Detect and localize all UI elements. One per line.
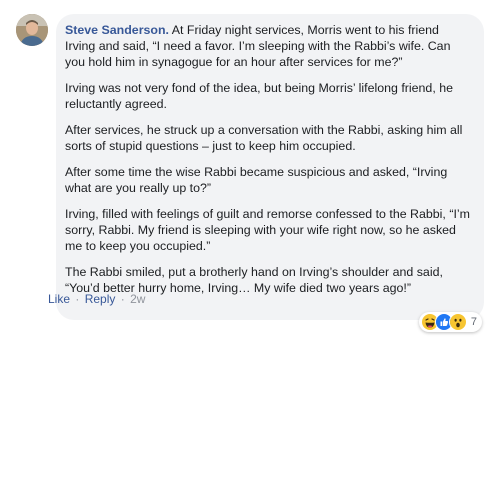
reaction-count: 7 (470, 316, 477, 328)
comment-paragraph: After some time the wise Rabbi became su… (65, 165, 448, 195)
comment-actions: Like · Reply · 2w (48, 292, 145, 306)
avatar-image (16, 14, 48, 46)
comment-timestamp[interactable]: 2w (130, 292, 145, 306)
comment-paragraph: Irving was not very fond of the idea, bu… (65, 81, 453, 111)
separator: · (75, 292, 80, 306)
comment-paragraph: After services, he struck up a conversat… (65, 123, 463, 153)
author-period: . (165, 23, 169, 37)
separator: · (120, 292, 125, 306)
comment-bubble: Steve Sanderson. At Friday night service… (56, 14, 484, 332)
like-button[interactable]: Like (48, 292, 70, 306)
avatar[interactable] (16, 14, 48, 46)
reactions-summary[interactable]: 7 (418, 312, 482, 332)
wow-icon (448, 313, 467, 331)
comment-paragraph: Irving, filled with feelings of guilt an… (65, 207, 470, 253)
comment-author[interactable]: Steve Sanderson (65, 23, 166, 37)
comment-paragraph: Steve Sanderson. At Friday night service… (65, 22, 472, 70)
reply-button[interactable]: Reply (85, 292, 116, 306)
